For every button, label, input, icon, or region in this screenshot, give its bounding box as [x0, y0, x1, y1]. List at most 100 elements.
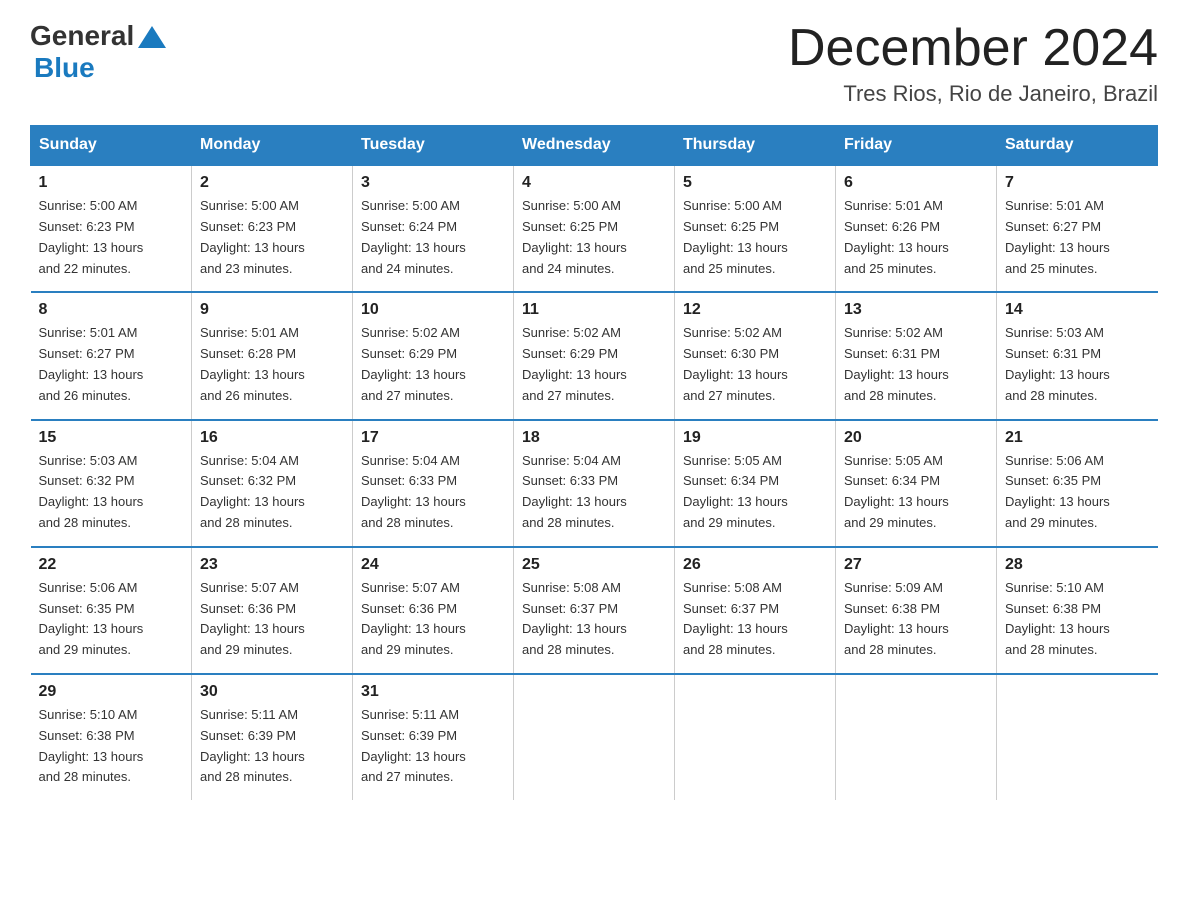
day-cell: 23 Sunrise: 5:07 AM Sunset: 6:36 PM Dayl… — [192, 547, 353, 674]
logo-blue-text: Blue — [34, 52, 95, 84]
day-info: Sunrise: 5:00 AM Sunset: 6:24 PM Dayligh… — [361, 196, 505, 279]
day-number: 5 — [683, 174, 827, 192]
day-cell: 16 Sunrise: 5:04 AM Sunset: 6:32 PM Dayl… — [192, 420, 353, 547]
day-cell: 3 Sunrise: 5:00 AM Sunset: 6:24 PM Dayli… — [353, 165, 514, 292]
day-number: 21 — [1005, 429, 1150, 447]
day-cell: 6 Sunrise: 5:01 AM Sunset: 6:26 PM Dayli… — [836, 165, 997, 292]
week-row-4: 22 Sunrise: 5:06 AM Sunset: 6:35 PM Dayl… — [31, 547, 1158, 674]
day-number: 4 — [522, 174, 666, 192]
header-friday: Friday — [836, 126, 997, 166]
day-info: Sunrise: 5:01 AM Sunset: 6:27 PM Dayligh… — [39, 323, 184, 406]
day-number: 19 — [683, 429, 827, 447]
day-cell: 27 Sunrise: 5:09 AM Sunset: 6:38 PM Dayl… — [836, 547, 997, 674]
day-cell: 30 Sunrise: 5:11 AM Sunset: 6:39 PM Dayl… — [192, 674, 353, 800]
day-number: 20 — [844, 429, 988, 447]
day-cell: 4 Sunrise: 5:00 AM Sunset: 6:25 PM Dayli… — [514, 165, 675, 292]
header-sunday: Sunday — [31, 126, 192, 166]
day-number: 12 — [683, 301, 827, 319]
day-number: 7 — [1005, 174, 1150, 192]
calendar-header-row: SundayMondayTuesdayWednesdayThursdayFrid… — [31, 126, 1158, 166]
day-cell: 21 Sunrise: 5:06 AM Sunset: 6:35 PM Dayl… — [997, 420, 1158, 547]
header-saturday: Saturday — [997, 126, 1158, 166]
day-number: 11 — [522, 301, 666, 319]
day-info: Sunrise: 5:06 AM Sunset: 6:35 PM Dayligh… — [1005, 451, 1150, 534]
day-cell: 24 Sunrise: 5:07 AM Sunset: 6:36 PM Dayl… — [353, 547, 514, 674]
day-info: Sunrise: 5:05 AM Sunset: 6:34 PM Dayligh… — [683, 451, 827, 534]
logo-triangle-icon — [138, 26, 166, 48]
header-wednesday: Wednesday — [514, 126, 675, 166]
day-number: 13 — [844, 301, 988, 319]
day-number: 25 — [522, 556, 666, 574]
day-info: Sunrise: 5:04 AM Sunset: 6:33 PM Dayligh… — [361, 451, 505, 534]
day-info: Sunrise: 5:07 AM Sunset: 6:36 PM Dayligh… — [200, 578, 344, 661]
logo: General Blue — [30, 20, 166, 84]
day-number: 18 — [522, 429, 666, 447]
day-number: 15 — [39, 429, 184, 447]
day-number: 10 — [361, 301, 505, 319]
day-number: 2 — [200, 174, 344, 192]
day-cell: 1 Sunrise: 5:00 AM Sunset: 6:23 PM Dayli… — [31, 165, 192, 292]
day-cell: 19 Sunrise: 5:05 AM Sunset: 6:34 PM Dayl… — [675, 420, 836, 547]
day-number: 26 — [683, 556, 827, 574]
day-cell: 12 Sunrise: 5:02 AM Sunset: 6:30 PM Dayl… — [675, 292, 836, 419]
day-info: Sunrise: 5:04 AM Sunset: 6:33 PM Dayligh… — [522, 451, 666, 534]
day-cell: 14 Sunrise: 5:03 AM Sunset: 6:31 PM Dayl… — [997, 292, 1158, 419]
day-cell: 17 Sunrise: 5:04 AM Sunset: 6:33 PM Dayl… — [353, 420, 514, 547]
day-cell: 20 Sunrise: 5:05 AM Sunset: 6:34 PM Dayl… — [836, 420, 997, 547]
month-title: December 2024 — [788, 20, 1158, 77]
day-info: Sunrise: 5:01 AM Sunset: 6:27 PM Dayligh… — [1005, 196, 1150, 279]
week-row-3: 15 Sunrise: 5:03 AM Sunset: 6:32 PM Dayl… — [31, 420, 1158, 547]
day-info: Sunrise: 5:07 AM Sunset: 6:36 PM Dayligh… — [361, 578, 505, 661]
day-info: Sunrise: 5:02 AM Sunset: 6:29 PM Dayligh… — [361, 323, 505, 406]
day-info: Sunrise: 5:00 AM Sunset: 6:25 PM Dayligh… — [522, 196, 666, 279]
title-section: December 2024 Tres Rios, Rio de Janeiro,… — [788, 20, 1158, 107]
day-cell: 15 Sunrise: 5:03 AM Sunset: 6:32 PM Dayl… — [31, 420, 192, 547]
day-cell: 7 Sunrise: 5:01 AM Sunset: 6:27 PM Dayli… — [997, 165, 1158, 292]
day-cell — [514, 674, 675, 800]
header-tuesday: Tuesday — [353, 126, 514, 166]
location-text: Tres Rios, Rio de Janeiro, Brazil — [788, 81, 1158, 107]
day-number: 29 — [39, 683, 184, 701]
day-cell — [675, 674, 836, 800]
day-info: Sunrise: 5:04 AM Sunset: 6:32 PM Dayligh… — [200, 451, 344, 534]
day-info: Sunrise: 5:02 AM Sunset: 6:31 PM Dayligh… — [844, 323, 988, 406]
day-number: 14 — [1005, 301, 1150, 319]
day-cell: 18 Sunrise: 5:04 AM Sunset: 6:33 PM Dayl… — [514, 420, 675, 547]
day-info: Sunrise: 5:00 AM Sunset: 6:25 PM Dayligh… — [683, 196, 827, 279]
day-number: 16 — [200, 429, 344, 447]
header-monday: Monday — [192, 126, 353, 166]
day-info: Sunrise: 5:00 AM Sunset: 6:23 PM Dayligh… — [39, 196, 184, 279]
day-number: 22 — [39, 556, 184, 574]
day-number: 30 — [200, 683, 344, 701]
day-number: 6 — [844, 174, 988, 192]
day-cell: 9 Sunrise: 5:01 AM Sunset: 6:28 PM Dayli… — [192, 292, 353, 419]
day-cell: 31 Sunrise: 5:11 AM Sunset: 6:39 PM Dayl… — [353, 674, 514, 800]
day-cell — [836, 674, 997, 800]
day-info: Sunrise: 5:11 AM Sunset: 6:39 PM Dayligh… — [200, 705, 344, 788]
page-header: General Blue December 2024 Tres Rios, Ri… — [30, 20, 1158, 107]
day-info: Sunrise: 5:05 AM Sunset: 6:34 PM Dayligh… — [844, 451, 988, 534]
day-cell: 25 Sunrise: 5:08 AM Sunset: 6:37 PM Dayl… — [514, 547, 675, 674]
day-cell — [997, 674, 1158, 800]
day-info: Sunrise: 5:08 AM Sunset: 6:37 PM Dayligh… — [522, 578, 666, 661]
calendar-table: SundayMondayTuesdayWednesdayThursdayFrid… — [30, 125, 1158, 800]
day-info: Sunrise: 5:01 AM Sunset: 6:26 PM Dayligh… — [844, 196, 988, 279]
day-info: Sunrise: 5:10 AM Sunset: 6:38 PM Dayligh… — [39, 705, 184, 788]
header-thursday: Thursday — [675, 126, 836, 166]
day-number: 31 — [361, 683, 505, 701]
day-info: Sunrise: 5:03 AM Sunset: 6:32 PM Dayligh… — [39, 451, 184, 534]
day-cell: 5 Sunrise: 5:00 AM Sunset: 6:25 PM Dayli… — [675, 165, 836, 292]
day-number: 23 — [200, 556, 344, 574]
day-number: 3 — [361, 174, 505, 192]
day-info: Sunrise: 5:08 AM Sunset: 6:37 PM Dayligh… — [683, 578, 827, 661]
day-cell: 10 Sunrise: 5:02 AM Sunset: 6:29 PM Dayl… — [353, 292, 514, 419]
day-cell: 13 Sunrise: 5:02 AM Sunset: 6:31 PM Dayl… — [836, 292, 997, 419]
day-number: 9 — [200, 301, 344, 319]
day-cell: 22 Sunrise: 5:06 AM Sunset: 6:35 PM Dayl… — [31, 547, 192, 674]
day-number: 28 — [1005, 556, 1150, 574]
day-number: 17 — [361, 429, 505, 447]
day-cell: 11 Sunrise: 5:02 AM Sunset: 6:29 PM Dayl… — [514, 292, 675, 419]
day-info: Sunrise: 5:09 AM Sunset: 6:38 PM Dayligh… — [844, 578, 988, 661]
day-info: Sunrise: 5:10 AM Sunset: 6:38 PM Dayligh… — [1005, 578, 1150, 661]
day-cell: 8 Sunrise: 5:01 AM Sunset: 6:27 PM Dayli… — [31, 292, 192, 419]
